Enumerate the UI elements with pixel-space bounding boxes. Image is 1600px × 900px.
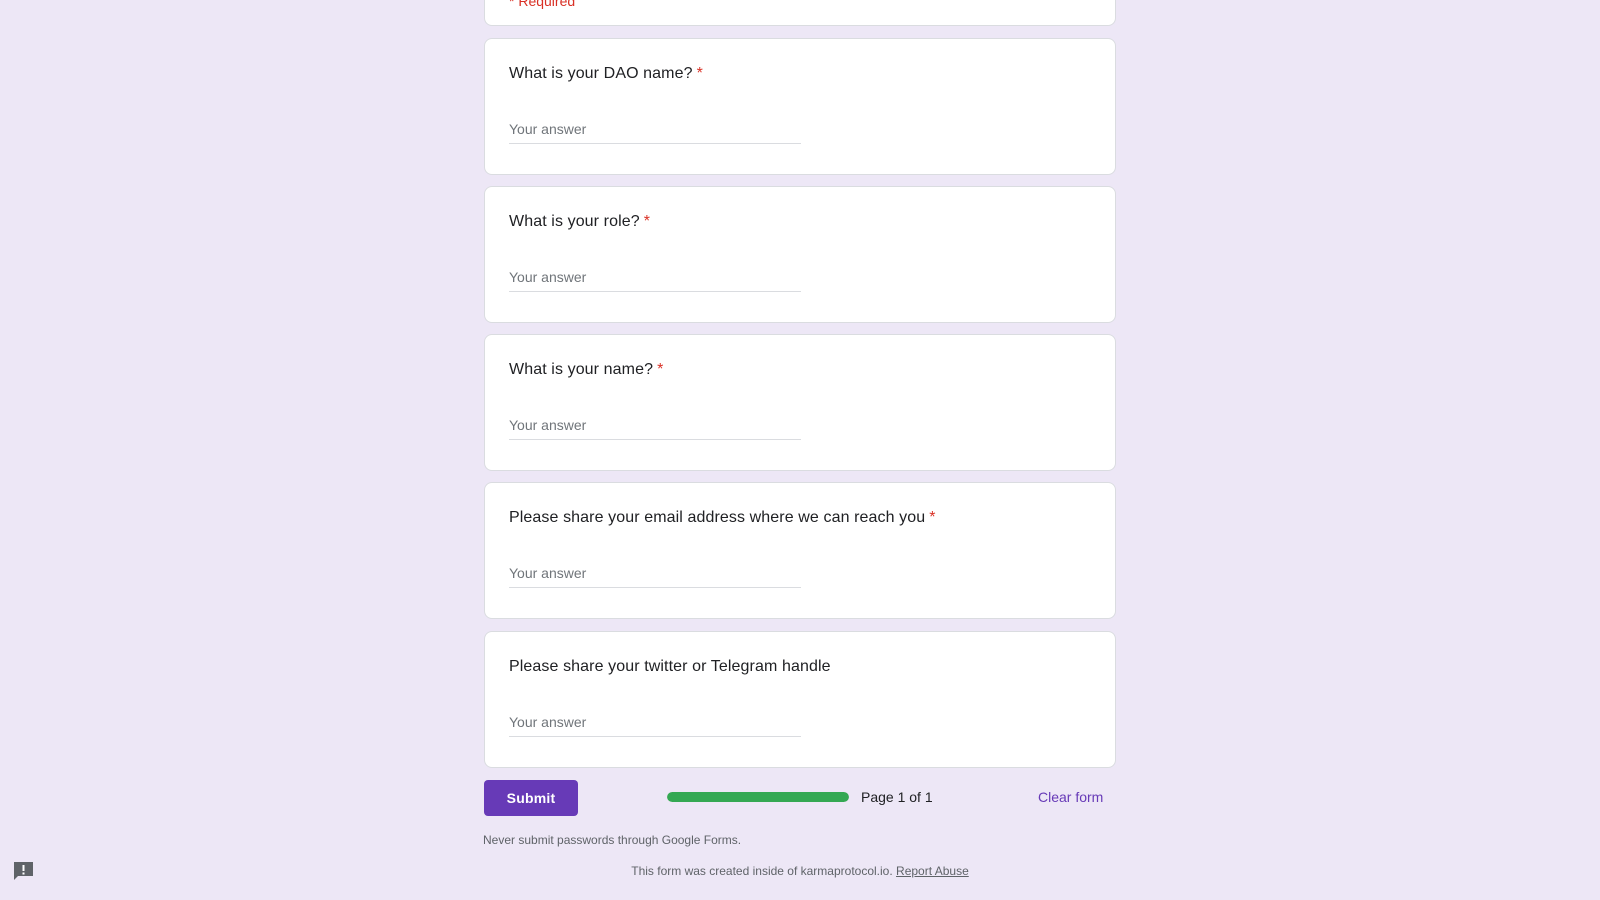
question-card-role: What is your role? * [484,186,1116,323]
handle-input[interactable] [509,708,801,737]
footer-created-text: This form was created inside of karmapro… [631,864,893,878]
role-input[interactable] [509,263,801,292]
question-card-name: What is your name? * [484,334,1116,471]
page-indicator: Page 1 of 1 [861,789,933,805]
question-text: Please share your email address where we… [509,509,926,526]
required-asterisk: * [643,213,651,230]
question-title: What is your name? * [509,361,663,379]
question-title: What is your role? * [509,213,650,231]
question-text: What is your role? [509,213,640,230]
question-title: What is your DAO name? * [509,65,703,83]
question-text: What is your DAO name? [509,65,693,82]
report-problem-icon[interactable] [12,861,35,881]
submit-button[interactable]: Submit [484,780,578,816]
report-abuse-link[interactable]: Report Abuse [896,864,969,878]
required-asterisk: * [657,361,664,378]
form-page: * Required What is your DAO name?* What … [0,0,1600,900]
question-text: What is your name? [509,361,654,378]
form-header-card: * Required [484,0,1116,26]
question-title: Please share your twitter or Telegram ha… [509,658,831,676]
question-card-handle: Please share your twitter or Telegram ha… [484,631,1116,768]
progress-fill [667,792,849,802]
question-title: Please share your email address where we… [509,509,936,527]
footer: This form was created inside of karmapro… [0,864,1600,878]
clear-form-button[interactable]: Clear form [1030,779,1111,815]
required-asterisk: * [696,65,703,82]
progress-bar [667,792,849,802]
required-asterisk: * [929,509,936,526]
email-input[interactable] [509,559,801,588]
password-warning: Never submit passwords through Google Fo… [483,833,742,847]
question-card-dao-name: What is your DAO name? * [484,38,1116,175]
required-note: * Required [509,0,576,9]
name-input[interactable] [509,411,801,440]
question-card-email: Please share your email address where we… [484,482,1116,619]
question-text: Please share your twitter or Telegram ha… [509,658,831,675]
dao-name-input[interactable] [509,115,801,144]
